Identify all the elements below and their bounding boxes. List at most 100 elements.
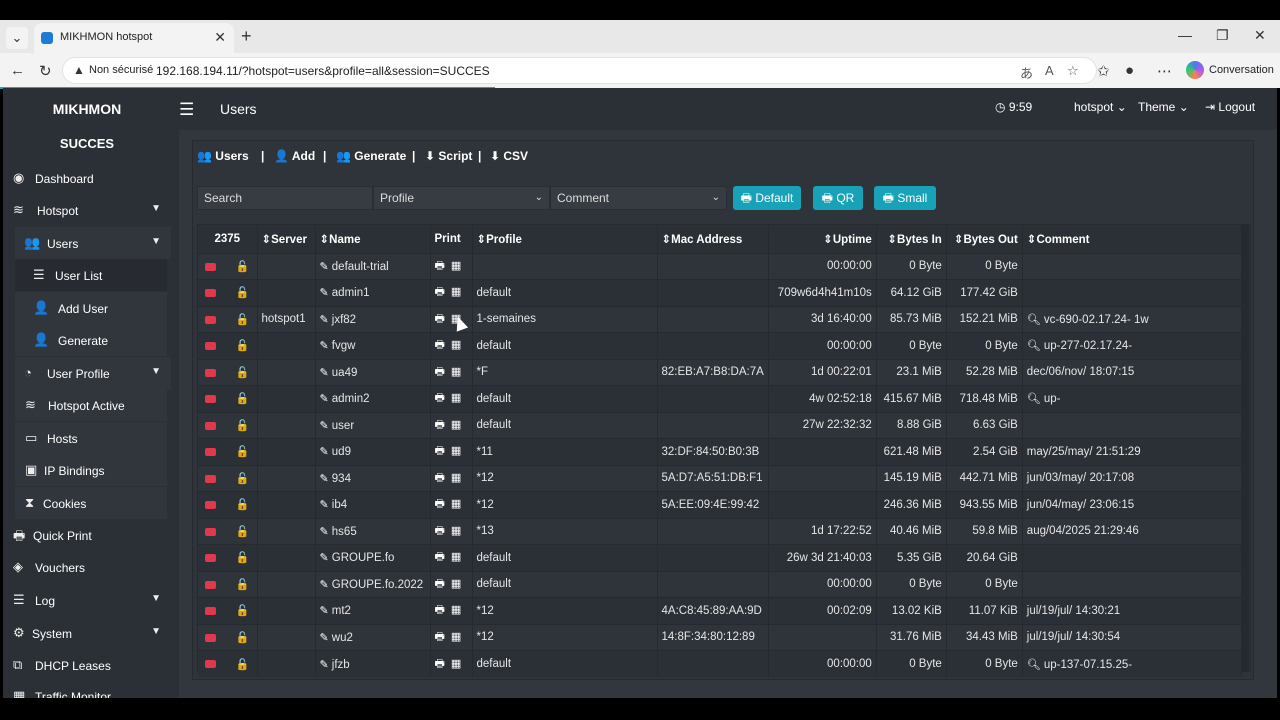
favorites-icon[interactable]: ✩	[1097, 62, 1110, 80]
qr-code-icon[interactable]: ▦	[451, 260, 461, 272]
name-cell[interactable]: ✎ hs65	[315, 517, 431, 545]
print-icon[interactable]: 🖶	[435, 525, 445, 537]
print-icon[interactable]: 🖶	[435, 445, 445, 457]
unlock-icon[interactable]: 🔓	[235, 605, 249, 617]
url-field[interactable]: ▲ Non sécurisé 192.168.194.11/?hotspot=u…	[62, 57, 1097, 84]
generate-link[interactable]: 👥 Generate	[336, 149, 406, 163]
print-icon[interactable]: 🖶	[435, 658, 445, 670]
name-cell[interactable]: ✎ ib4	[315, 491, 431, 518]
print-icon[interactable]: 🖶	[435, 366, 445, 378]
remove-user-icon[interactable]	[205, 395, 217, 404]
edit-icon[interactable]: ✎	[320, 261, 332, 273]
user-name[interactable]: mt2	[332, 605, 351, 617]
copilot-button[interactable]: Conversation	[1182, 57, 1274, 84]
unlock-icon[interactable]: 🔓	[235, 659, 249, 671]
sidebar-item-dhcp-leases[interactable]: ⧉ DHCP Leases	[3, 649, 171, 681]
translate-icon[interactable]: あ	[1020, 63, 1033, 82]
user-name[interactable]: 934	[332, 473, 351, 485]
edit-icon[interactable]: ✎	[320, 659, 332, 671]
menu-toggle-icon[interactable]: ☰	[179, 100, 194, 120]
sidebar-item-log[interactable]: ☰ Log ▼	[3, 584, 171, 616]
qr-code-icon[interactable]: ▦	[451, 472, 461, 484]
name-cell[interactable]: ✎ GROUPE.fo	[315, 544, 431, 571]
user-name[interactable]: wu2	[332, 632, 353, 644]
user-name[interactable]: jxf82	[332, 314, 356, 326]
minimize-icon[interactable]: —	[1178, 27, 1192, 43]
sidebar-item-cookies[interactable]: ⧗ Cookies	[15, 487, 167, 519]
name-cell[interactable]: ✎ fvgw	[315, 332, 431, 359]
search-icon[interactable]: 🔍︎	[1027, 340, 1044, 352]
comment-header[interactable]: ⇕Comment	[1022, 225, 1243, 253]
script-link[interactable]: ⬇ Script	[425, 149, 472, 163]
remove-user-icon[interactable]	[205, 501, 217, 510]
new-tab-icon[interactable]: +	[241, 26, 252, 47]
read-aloud-icon[interactable]: A	[1045, 63, 1054, 78]
print-icon[interactable]: 🖶	[435, 604, 445, 616]
search-icon[interactable]: 🔍︎	[1027, 393, 1044, 405]
name-cell[interactable]: ✎ 934	[315, 464, 431, 492]
server-header[interactable]: ⇕Server	[257, 225, 316, 253]
window-close-icon[interactable]: ✕	[1254, 27, 1266, 44]
sidebar-item-user-list[interactable]: ☰ User List	[15, 259, 167, 291]
print-icon[interactable]: 🖶	[435, 286, 445, 298]
name-cell[interactable]: ✎ ua49	[315, 358, 431, 386]
unlock-icon[interactable]: 🔓	[235, 287, 249, 299]
print-icon[interactable]: 🖶	[435, 392, 445, 404]
user-name[interactable]: ua49	[332, 367, 358, 379]
edit-icon[interactable]: ✎	[320, 446, 332, 458]
name-cell[interactable]: ✎ GROUPE.fo.2022	[315, 570, 431, 598]
qr-code-icon[interactable]: ▦	[451, 445, 461, 457]
name-cell[interactable]: ✎ jfzb	[315, 650, 431, 677]
unlock-icon[interactable]: 🔓	[235, 499, 249, 511]
qr-code-icon[interactable]: ▦	[451, 498, 461, 510]
remove-user-icon[interactable]	[205, 580, 217, 589]
remove-user-icon[interactable]	[205, 448, 217, 457]
unlock-icon[interactable]: 🔓	[235, 314, 249, 326]
search-input[interactable]: Search	[197, 186, 373, 210]
qr-code-icon[interactable]: ▦	[451, 631, 461, 643]
unlock-icon[interactable]: 🔓	[235, 552, 249, 564]
remove-user-icon[interactable]	[205, 262, 217, 271]
qr-code-icon[interactable]: ▦	[451, 392, 461, 404]
print-icon[interactable]: 🖶	[435, 498, 445, 510]
print-icon[interactable]: 🖶	[435, 578, 445, 590]
qr-code-icon[interactable]: ▦	[451, 286, 461, 298]
sidebar-item-ip-bindings[interactable]: ▣ IP Bindings	[15, 454, 167, 486]
remove-user-icon[interactable]	[205, 421, 217, 430]
print-icon[interactable]: 🖶	[435, 631, 445, 643]
mac-header[interactable]: ⇕Mac Address	[657, 225, 769, 253]
users-tab[interactable]: 👥 Users	[197, 149, 249, 163]
more-options-icon[interactable]: ⋯	[1157, 62, 1172, 80]
sidebar-item-quick-print[interactable]: 🖶 Quick Print	[3, 519, 171, 551]
unlock-icon[interactable]: 🔓	[235, 261, 249, 273]
unlock-icon[interactable]: 🔓	[235, 393, 249, 405]
print-icon[interactable]: 🖶	[435, 472, 445, 484]
profile-avatar-icon[interactable]: ●	[1125, 62, 1134, 79]
security-label[interactable]: Non sécurisé	[89, 64, 153, 76]
uptime-header[interactable]: ⇕Uptime	[768, 225, 877, 253]
csv-link[interactable]: ⬇ CSV	[490, 149, 528, 163]
browser-tab[interactable]: MIKHMON hotspot ✕	[34, 23, 234, 53]
remove-user-icon[interactable]	[205, 315, 217, 324]
name-cell[interactable]: ✎ mt2	[315, 597, 431, 624]
name-cell[interactable]: ✎ admin1	[315, 279, 431, 306]
sidebar-item-traffic-monitor[interactable]: ▦ Traffic Monitor	[3, 680, 171, 698]
comment-select[interactable]: Comment ⌄	[550, 186, 727, 210]
favorite-star-icon[interactable]: ☆	[1067, 63, 1079, 79]
sidebar-item-user-profile[interactable]: ◔ User Profile ▼	[15, 357, 171, 389]
brand-logo[interactable]: MIKHMON	[3, 88, 171, 130]
edit-icon[interactable]: ✎	[320, 367, 332, 379]
logout-link[interactable]: ⇥ Logout	[1205, 100, 1255, 114]
print-icon[interactable]: 🖶	[435, 551, 445, 563]
name-cell[interactable]: ✎ ud9	[315, 438, 431, 465]
sidebar-item-generate[interactable]: 👤 Generate	[15, 324, 167, 356]
remove-user-icon[interactable]	[205, 633, 217, 642]
remove-user-icon[interactable]	[205, 554, 217, 563]
sidebar-item-add-user[interactable]: 👤 Add User	[15, 292, 167, 324]
unlock-icon[interactable]: 🔓	[235, 526, 249, 538]
name-cell[interactable]: ✎ user	[315, 411, 431, 439]
name-header[interactable]: ⇕Name	[315, 225, 431, 253]
sidebar-item-hosts[interactable]: ▭ Hosts	[15, 422, 167, 454]
warning-icon[interactable]: ▲	[73, 63, 85, 77]
unlock-icon[interactable]: 🔓	[235, 579, 249, 591]
